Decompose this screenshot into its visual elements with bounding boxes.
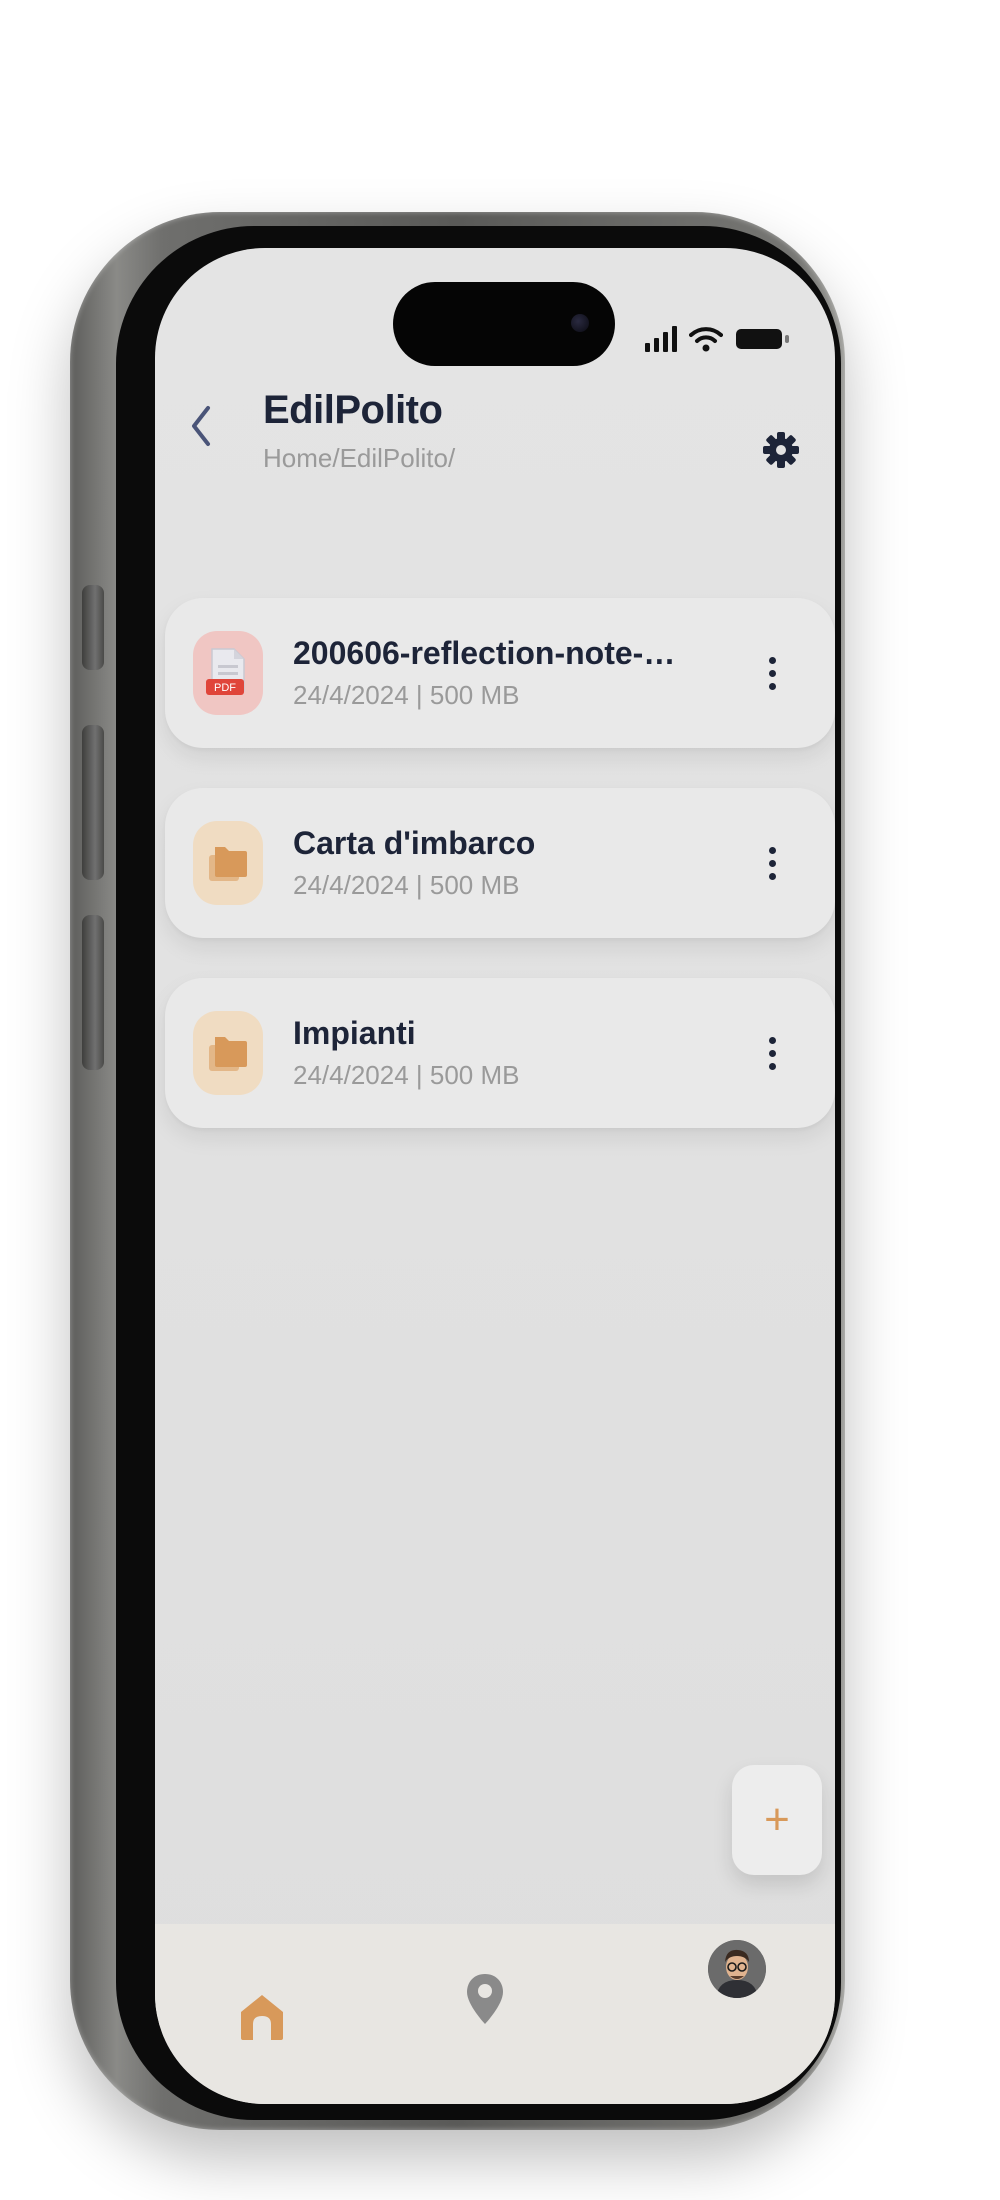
page-title: EdilPolito <box>263 388 443 432</box>
pdf-badge: PDF <box>214 682 236 694</box>
kebab-dot <box>768 656 776 664</box>
file-thumbnail <box>193 821 263 905</box>
kebab-dot <box>768 872 776 880</box>
gear-icon <box>763 432 799 468</box>
kebab-dot <box>768 1049 776 1057</box>
volume-down-button <box>82 915 104 1070</box>
avatar[interactable] <box>708 1940 766 1998</box>
kebab-dot <box>768 669 776 677</box>
more-options-button[interactable] <box>757 838 787 888</box>
nav-map[interactable] <box>455 1964 515 2034</box>
kebab-dot <box>768 682 776 690</box>
front-camera <box>571 314 589 332</box>
chevron-left-icon <box>192 406 210 446</box>
back-button[interactable] <box>177 396 225 456</box>
kebab-dot <box>768 846 776 854</box>
file-meta: 24/4/2024 | 500 MB <box>293 680 520 710</box>
wifi-icon <box>689 326 723 352</box>
map-pin-icon <box>467 1974 503 2024</box>
file-meta: 24/4/2024 | 500 MB <box>293 1060 520 1090</box>
kebab-dot <box>768 859 776 867</box>
battery-icon <box>735 327 791 351</box>
pdf-file-icon: PDF <box>206 648 245 695</box>
file-thumbnail <box>193 1011 263 1095</box>
file-name: Impianti <box>293 1015 416 1051</box>
signal-icon <box>645 326 677 352</box>
kebab-dot <box>768 1062 776 1070</box>
add-button[interactable]: + <box>732 1765 822 1875</box>
more-options-button[interactable] <box>757 648 787 698</box>
file-thumbnail: PDF <box>193 631 263 715</box>
settings-button[interactable] <box>755 424 807 476</box>
file-item-pdf[interactable]: PDF 200606-reflection-note-p… 24/4/2024 … <box>165 598 835 748</box>
home-icon <box>241 1995 283 2040</box>
status-bar <box>645 326 791 352</box>
file-item-folder[interactable]: Impianti 24/4/2024 | 500 MB <box>165 978 835 1128</box>
bottom-nav <box>155 1924 835 2104</box>
file-name: Carta d'imbarco <box>293 825 536 861</box>
folder-icon <box>209 847 247 881</box>
dynamic-island <box>393 282 615 366</box>
phone-screen: EdilPolito Home/EdilPolito/ PDF 200606-r… <box>155 248 835 2104</box>
folder-icon <box>209 1037 247 1071</box>
file-name: 200606-reflection-note-p… <box>293 635 693 671</box>
kebab-dot <box>768 1036 776 1044</box>
file-meta: 24/4/2024 | 500 MB <box>293 870 520 900</box>
more-options-button[interactable] <box>757 1028 787 1078</box>
action-button <box>82 585 104 670</box>
volume-up-button <box>82 725 104 880</box>
profile-avatar-icon <box>708 1940 766 1998</box>
breadcrumb[interactable]: Home/EdilPolito/ <box>263 443 455 474</box>
file-item-folder[interactable]: Carta d'imbarco 24/4/2024 | 500 MB <box>165 788 835 938</box>
nav-home[interactable] <box>227 1982 297 2052</box>
